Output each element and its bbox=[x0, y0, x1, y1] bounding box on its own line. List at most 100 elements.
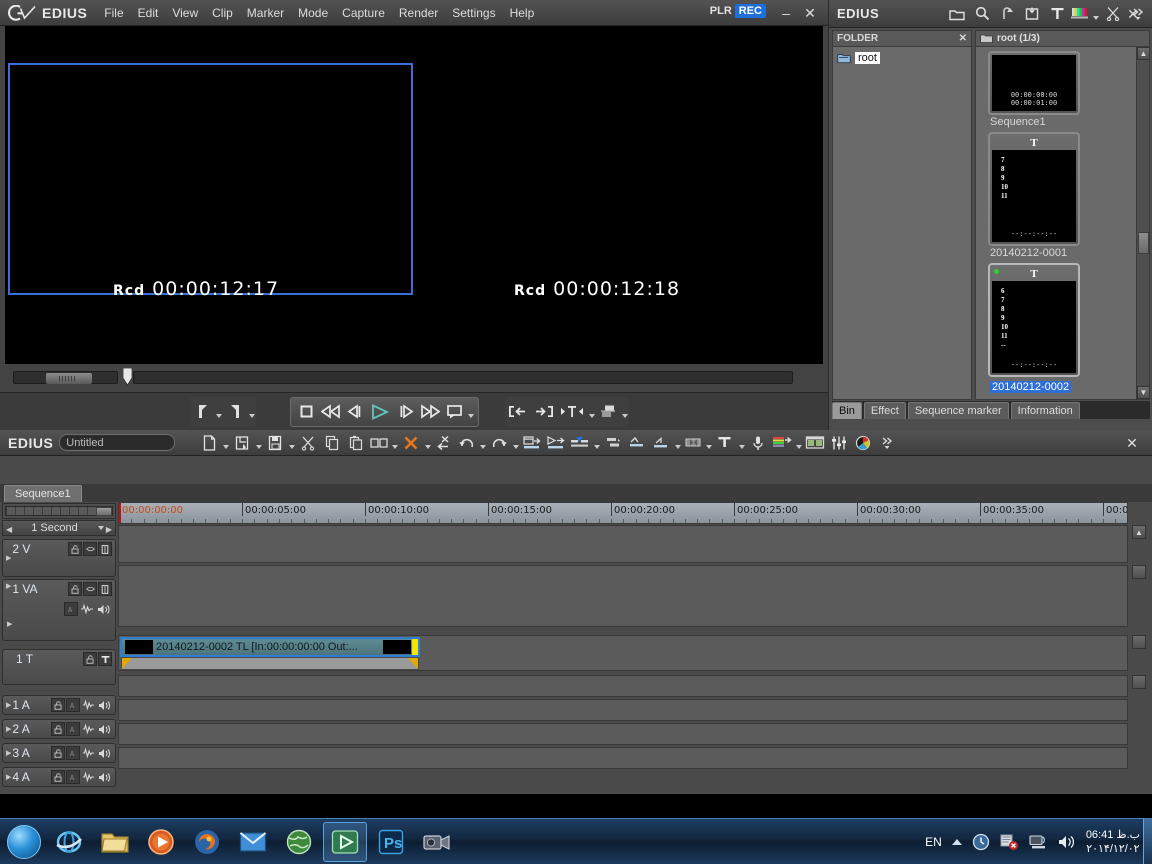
mute-icon[interactable]: A bbox=[66, 722, 80, 736]
set-in-dropdown-icon[interactable] bbox=[214, 402, 223, 422]
timeline-clip-20140212-0002[interactable]: 20140212-0002 TL [In:00:00:00:00 Out:... bbox=[120, 637, 420, 657]
video-icon[interactable] bbox=[98, 542, 112, 556]
unit-dropdown-icon[interactable] bbox=[97, 522, 106, 534]
track-header-1a[interactable]: ▶ 1 A A bbox=[2, 695, 116, 715]
player-position-track[interactable] bbox=[133, 371, 793, 384]
action-center-icon[interactable] bbox=[999, 833, 1019, 851]
fast-forward-icon[interactable] bbox=[418, 401, 442, 423]
add-clip-icon[interactable] bbox=[1020, 3, 1044, 25]
speaker-icon[interactable] bbox=[97, 698, 112, 712]
project-name-field[interactable]: Untitled bbox=[59, 434, 176, 451]
redo-icon[interactable] bbox=[487, 432, 511, 454]
player-playhead-icon[interactable] bbox=[122, 367, 133, 386]
mute-icon[interactable]: A bbox=[66, 698, 80, 712]
track-header-4a[interactable]: ▶ 4 A A bbox=[2, 767, 116, 787]
replace-icon[interactable] bbox=[368, 432, 390, 454]
tab-sequence-marker[interactable]: Sequence marker bbox=[907, 402, 1009, 419]
player-recorder-toggle[interactable]: PLR REC bbox=[707, 4, 766, 18]
waveform-icon[interactable] bbox=[81, 698, 96, 712]
track-lane-2a[interactable] bbox=[118, 699, 1128, 721]
timeline-zoom-unit-label[interactable]: 1 Second bbox=[12, 522, 97, 534]
undo-dropdown-icon[interactable] bbox=[478, 433, 487, 453]
next-frame-icon[interactable] bbox=[394, 401, 418, 423]
timeline-zoom-slider[interactable] bbox=[2, 503, 116, 519]
track-header-3a[interactable]: ▶ 3 A A bbox=[2, 743, 116, 763]
tab-bin[interactable]: Bin bbox=[832, 402, 862, 419]
new-folder-icon[interactable] bbox=[945, 3, 969, 25]
thumbnail-frame[interactable]: T 7 8 9 10 11 --:--:--:-- bbox=[988, 132, 1080, 246]
add-mixer-icon[interactable] bbox=[625, 432, 649, 454]
track-header-2v[interactable]: ▶ 2 V bbox=[2, 539, 116, 577]
bin-clip-list[interactable]: root (1/3) 00:00:00:00 00:00:01:00 Seque… bbox=[975, 30, 1150, 400]
create-title-icon[interactable] bbox=[713, 432, 737, 454]
save-project-icon[interactable] bbox=[263, 432, 287, 454]
player-scrubber[interactable] bbox=[5, 367, 823, 388]
bin-list-scrollbar[interactable]: ▲ ▼ bbox=[1136, 47, 1149, 399]
expander-icon[interactable]: ▶ bbox=[6, 582, 11, 590]
menu-render[interactable]: Render bbox=[392, 4, 445, 22]
file-explorer-icon[interactable] bbox=[93, 822, 137, 862]
rewind-icon[interactable] bbox=[318, 401, 342, 423]
unlock-icon[interactable] bbox=[68, 582, 82, 596]
camera-icon[interactable] bbox=[415, 822, 459, 862]
voice-over-icon[interactable] bbox=[746, 432, 770, 454]
lock-icon[interactable] bbox=[83, 652, 97, 666]
globe-icon[interactable] bbox=[277, 822, 321, 862]
ripple-delete-icon[interactable] bbox=[432, 432, 454, 454]
bin-item-20140212-0002[interactable]: T 6 7 8 9 10 11 -- --:--:--:-- 20140212-… bbox=[988, 263, 1149, 397]
color-correction-icon[interactable] bbox=[851, 432, 875, 454]
add-marker-dropdown-icon[interactable] bbox=[587, 402, 596, 422]
track-lane-4a[interactable] bbox=[118, 747, 1128, 769]
mail-icon[interactable] bbox=[231, 822, 275, 862]
timeline-vertical-scrollbar[interactable]: ▲ bbox=[1132, 525, 1146, 769]
preview-monitor[interactable]: Rcd 00:00:12:17 Rcd 00:00:12:18 Cur00:00… bbox=[5, 26, 823, 384]
player-mode-plr[interactable]: PLR bbox=[707, 4, 735, 18]
bin-close-button[interactable]: ✕ bbox=[1125, 6, 1141, 23]
sub-expander-icon[interactable]: ▶ bbox=[7, 620, 12, 628]
track-header-1t[interactable]: 1 T bbox=[2, 649, 116, 685]
freeze-frame-icon[interactable] bbox=[682, 432, 704, 454]
insert-to-timeline-icon[interactable] bbox=[596, 401, 620, 423]
thumbnail-frame[interactable]: 00:00:00:00 00:00:01:00 bbox=[988, 51, 1080, 115]
open-project-dropdown-icon[interactable] bbox=[254, 433, 263, 453]
unlock-icon[interactable] bbox=[51, 698, 65, 712]
eye-icon[interactable] bbox=[83, 542, 97, 556]
create-title-icon[interactable] bbox=[1045, 3, 1069, 25]
thumbnail-frame[interactable]: T 6 7 8 9 10 11 -- --:--:--:-- bbox=[988, 263, 1080, 377]
new-project-icon[interactable] bbox=[197, 432, 221, 454]
delete-icon[interactable] bbox=[399, 432, 423, 454]
scroll-down-button[interactable]: ▼ bbox=[1137, 386, 1149, 399]
folder-tree-item-root[interactable]: root bbox=[837, 52, 967, 64]
menu-capture[interactable]: Capture bbox=[335, 4, 392, 22]
timeline-ruler[interactable]: 00:00:00:00 00:00:05:00 00:00:10:00 00:0… bbox=[118, 502, 1128, 524]
speaker-icon[interactable] bbox=[97, 722, 112, 736]
set-out-point-icon[interactable] bbox=[223, 401, 247, 423]
track-lane-1va[interactable] bbox=[118, 565, 1128, 627]
bin-item-label[interactable]: Sequence1 bbox=[990, 116, 1149, 128]
more-icon[interactable] bbox=[875, 432, 899, 454]
player-mode-rec[interactable]: REC bbox=[734, 4, 766, 18]
bin-item-20140212-0001[interactable]: T 7 8 9 10 11 --:--:--:-- 20140212-0001 bbox=[988, 132, 1149, 259]
folder-tree-root-label[interactable]: root bbox=[855, 52, 880, 64]
mute-icon[interactable]: A bbox=[66, 770, 80, 784]
photoshop-icon[interactable]: Ps bbox=[369, 822, 413, 862]
set-in-point-icon[interactable] bbox=[190, 401, 214, 423]
track-lane-3a[interactable] bbox=[118, 723, 1128, 745]
save-project-dropdown-icon[interactable] bbox=[287, 433, 296, 453]
fade-icon[interactable] bbox=[649, 432, 673, 454]
start-orb-icon[interactable] bbox=[2, 822, 46, 862]
mute-icon[interactable]: A bbox=[66, 746, 80, 760]
delete-dropdown-icon[interactable] bbox=[423, 433, 432, 453]
paste-icon[interactable] bbox=[344, 432, 368, 454]
menu-help[interactable]: Help bbox=[503, 4, 542, 22]
layouter-icon[interactable] bbox=[803, 432, 827, 454]
tab-information[interactable]: Information bbox=[1010, 402, 1080, 419]
clip-fade-out-handle[interactable] bbox=[408, 658, 418, 669]
waveform-icon[interactable] bbox=[81, 770, 96, 784]
clock-tray-icon[interactable] bbox=[972, 833, 990, 851]
firefox-icon[interactable] bbox=[185, 822, 229, 862]
timeline-scroll-marker-3[interactable] bbox=[1132, 675, 1146, 689]
tray-clock[interactable]: 06:41 ب.ظ ۲۰۱۴/۱۲/۰۲ bbox=[1086, 828, 1140, 856]
expander-icon[interactable]: ▶ bbox=[6, 701, 11, 709]
unlock-icon[interactable] bbox=[51, 746, 65, 760]
